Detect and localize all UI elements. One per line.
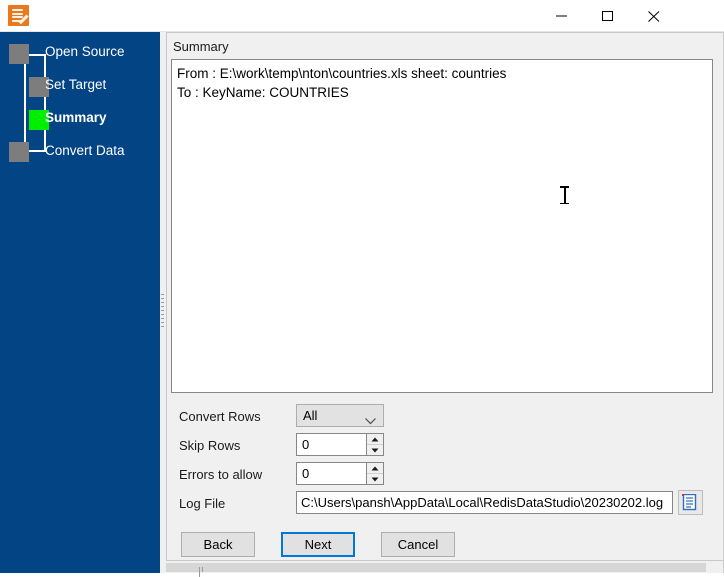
form-row-errors-to-allow: Errors to allow 0 [167, 462, 707, 490]
convert-rows-label: Convert Rows [179, 409, 261, 424]
connector-line-left-vertical [24, 64, 26, 152]
application-window: Open Source Set Target Summary Convert D… [0, 0, 724, 577]
sidebar-step-label-open-source[interactable]: Open Source [45, 44, 125, 59]
errors-to-allow-spin-buttons[interactable] [366, 463, 383, 484]
sidebar-step-label-set-target[interactable]: Set Target [45, 77, 106, 92]
summary-line-to: To : KeyName: COUNTRIES [177, 85, 349, 100]
chevron-down-icon [365, 413, 376, 428]
sidebar-step-marker-open-source[interactable] [9, 44, 29, 64]
skip-rows-spin-buttons[interactable] [366, 434, 383, 455]
connector-line-middle-vertical [44, 54, 46, 152]
spin-up-button[interactable] [367, 463, 383, 474]
next-button[interactable]: Next [281, 532, 355, 557]
form-row-convert-rows: Convert Rows All [167, 404, 707, 432]
app-logo-icon [8, 5, 29, 26]
spin-down-button[interactable] [367, 444, 383, 455]
errors-to-allow-label: Errors to allow [179, 467, 263, 482]
log-file-input[interactable]: C:\Users\pansh\AppData\Local\RedisDataSt… [296, 491, 673, 514]
log-file-label: Log File [179, 496, 226, 511]
errors-to-allow-value: 0 [302, 466, 310, 481]
cancel-button[interactable]: Cancel [381, 532, 455, 557]
maximize-button[interactable] [586, 0, 632, 31]
summary-panel: Summary From : E:\work\temp\nton\countri… [166, 32, 724, 560]
log-file-value: C:\Users\pansh\AppData\Local\RedisDataSt… [301, 495, 664, 510]
spin-up-button[interactable] [367, 434, 383, 445]
errors-to-allow-stepper[interactable]: 0 [296, 462, 384, 485]
title-bar [0, 0, 724, 32]
sidebar-step-label-summary[interactable]: Summary [45, 110, 107, 125]
horizontal-scrollbar-thumb[interactable] [166, 563, 706, 577]
scrollbar-grip [199, 567, 206, 577]
log-file-browse-button[interactable] [678, 490, 703, 515]
spin-down-button[interactable] [367, 473, 383, 484]
skip-rows-value: 0 [302, 437, 310, 452]
summary-group-label: Summary [173, 39, 229, 54]
form-row-log-file: Log File C:\Users\pansh\AppData\Local\Re… [167, 490, 707, 519]
skip-rows-label: Skip Rows [179, 438, 241, 453]
skip-rows-stepper[interactable]: 0 [296, 433, 384, 456]
horizontal-scrollbar[interactable] [166, 560, 724, 577]
summary-line-from: From : E:\work\temp\nton\countries.xls s… [177, 66, 507, 81]
wizard-step-sidebar: Open Source Set Target Summary Convert D… [0, 32, 160, 573]
form-row-skip-rows: Skip Rows 0 [167, 433, 707, 461]
summary-text-area[interactable]: From : E:\work\temp\nton\countries.xls s… [171, 59, 713, 393]
convert-rows-value: All [303, 408, 318, 423]
minimize-button[interactable] [540, 0, 586, 31]
convert-rows-select[interactable]: All [296, 404, 384, 427]
text-ibeam-cursor [560, 186, 569, 204]
pencil-glyph [18, 14, 28, 24]
back-button[interactable]: Back [181, 532, 255, 557]
splitter-grip[interactable] [161, 294, 164, 328]
close-button[interactable] [632, 0, 678, 31]
sidebar-step-label-convert-data[interactable]: Convert Data [45, 143, 125, 158]
sidebar-step-marker-convert-data[interactable] [9, 142, 29, 162]
